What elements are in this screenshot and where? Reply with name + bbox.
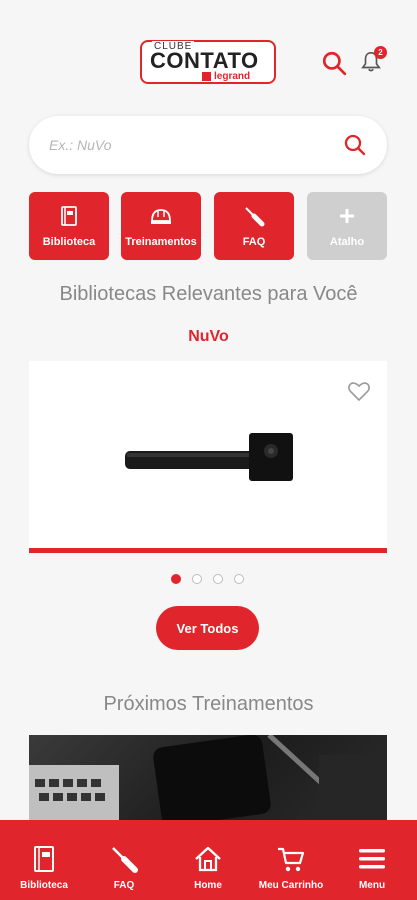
search-bar bbox=[29, 116, 387, 174]
shortcut-treinamentos[interactable]: Treinamentos bbox=[121, 192, 201, 260]
helmet-icon bbox=[149, 204, 173, 228]
plus-icon bbox=[335, 204, 359, 228]
shortcut-label: Treinamentos bbox=[125, 236, 197, 248]
book-icon bbox=[57, 204, 81, 228]
app-header: CLUBE CONTATO legrand 2 bbox=[0, 0, 417, 110]
libraries-section-title: Bibliotecas Relevantes para Você bbox=[59, 283, 358, 305]
nav-meu-carrinho[interactable]: Meu Carrinho bbox=[251, 820, 331, 900]
logo-brand: legrand bbox=[214, 71, 251, 82]
nav-biblioteca[interactable]: Biblioteca bbox=[4, 820, 84, 900]
carousel-dot[interactable] bbox=[234, 574, 244, 584]
screwdriver-icon bbox=[109, 844, 139, 874]
shortcut-biblioteca[interactable]: Biblioteca bbox=[29, 192, 109, 260]
shortcut-faq[interactable]: FAQ bbox=[214, 192, 294, 260]
clube-contato-logo[interactable]: CLUBE CONTATO legrand bbox=[140, 40, 276, 84]
nav-label: Biblioteca bbox=[20, 880, 68, 891]
notifications-bell-icon[interactable]: 2 bbox=[360, 46, 387, 76]
legrand-mark-icon bbox=[202, 72, 211, 81]
nav-label: Meu Carrinho bbox=[258, 880, 324, 891]
search-submit-icon[interactable] bbox=[343, 133, 367, 157]
see-all-button[interactable]: Ver Todos bbox=[156, 606, 259, 650]
shortcut-label: Biblioteca bbox=[42, 236, 96, 248]
nav-label: Home bbox=[194, 880, 222, 891]
soundbar-product-image bbox=[125, 427, 295, 483]
training-banner-image[interactable] bbox=[29, 735, 387, 825]
screwdriver-icon bbox=[242, 204, 266, 228]
search-icon[interactable] bbox=[321, 50, 347, 76]
shortcut-label: Atalho bbox=[329, 236, 365, 248]
library-card[interactable] bbox=[29, 361, 387, 553]
search-input[interactable] bbox=[49, 131, 329, 159]
bottom-navigation: Biblioteca FAQ Home Meu Carrinho Menu bbox=[0, 820, 417, 900]
home-icon bbox=[193, 844, 223, 874]
nav-label: FAQ bbox=[113, 880, 135, 891]
shortcut-atalho[interactable]: Atalho bbox=[307, 192, 387, 260]
favorite-heart-icon[interactable] bbox=[347, 379, 371, 403]
nav-label: Menu bbox=[358, 880, 386, 891]
carousel-dot[interactable] bbox=[192, 574, 202, 584]
menu-icon bbox=[357, 844, 387, 874]
nav-menu[interactable]: Menu bbox=[332, 820, 412, 900]
book-icon bbox=[29, 844, 59, 874]
carousel-dot[interactable] bbox=[213, 574, 223, 584]
nav-faq[interactable]: FAQ bbox=[84, 820, 164, 900]
carousel-dot[interactable] bbox=[171, 574, 181, 584]
notification-badge: 2 bbox=[374, 46, 387, 59]
shortcut-label: FAQ bbox=[242, 236, 266, 248]
cart-icon bbox=[276, 844, 306, 874]
library-name: NuVo bbox=[188, 328, 229, 345]
nav-home[interactable]: Home bbox=[168, 820, 248, 900]
trainings-section-title: Próximos Treinamentos bbox=[103, 693, 314, 715]
